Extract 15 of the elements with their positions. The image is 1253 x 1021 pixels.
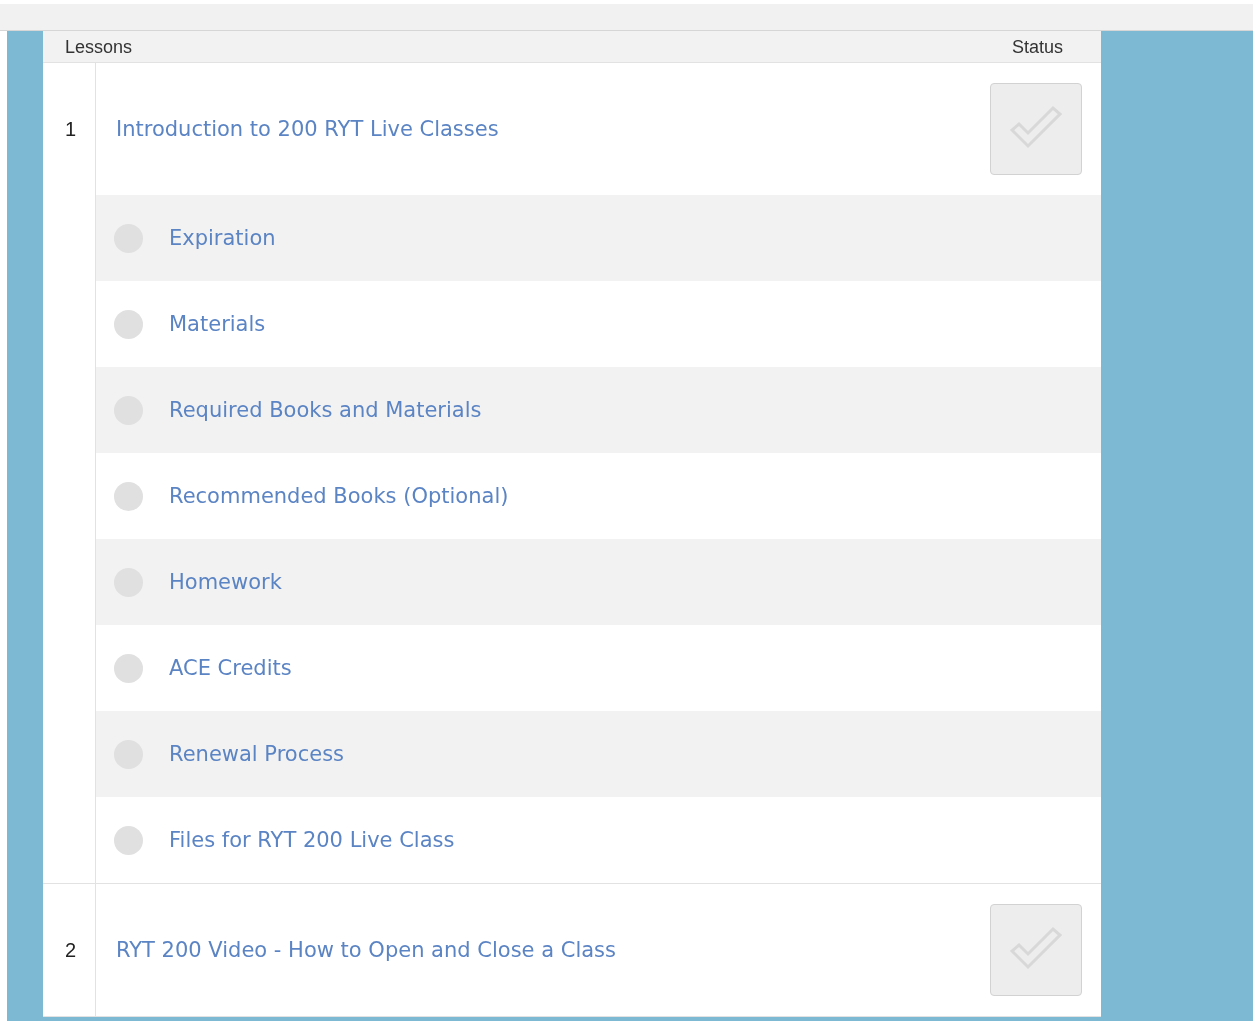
status-checkbox[interactable] bbox=[990, 904, 1082, 996]
status-checkbox[interactable] bbox=[990, 83, 1082, 175]
topic-link[interactable]: Materials bbox=[169, 312, 266, 336]
topic-link[interactable]: Required Books and Materials bbox=[169, 398, 482, 422]
topic-link[interactable]: Expiration bbox=[169, 226, 276, 250]
topic-link[interactable]: Homework bbox=[169, 570, 282, 594]
lesson-link[interactable]: Introduction to 200 RYT Live Classes bbox=[116, 117, 499, 141]
lesson-link[interactable]: RYT 200 Video - How to Open and Close a Class bbox=[116, 938, 616, 962]
topic-link[interactable]: Files for RYT 200 Live Class bbox=[169, 828, 455, 852]
topic-link[interactable]: Renewal Process bbox=[169, 742, 344, 766]
column-header: Lessons bbox=[65, 35, 133, 58]
topic-link[interactable]: Recommended Books (Optional) bbox=[169, 484, 509, 508]
column-header: Status bbox=[1011, 35, 1063, 58]
topic-link[interactable]: ACE Credits bbox=[169, 656, 292, 680]
lesson-number: 2 bbox=[43, 884, 96, 1016]
